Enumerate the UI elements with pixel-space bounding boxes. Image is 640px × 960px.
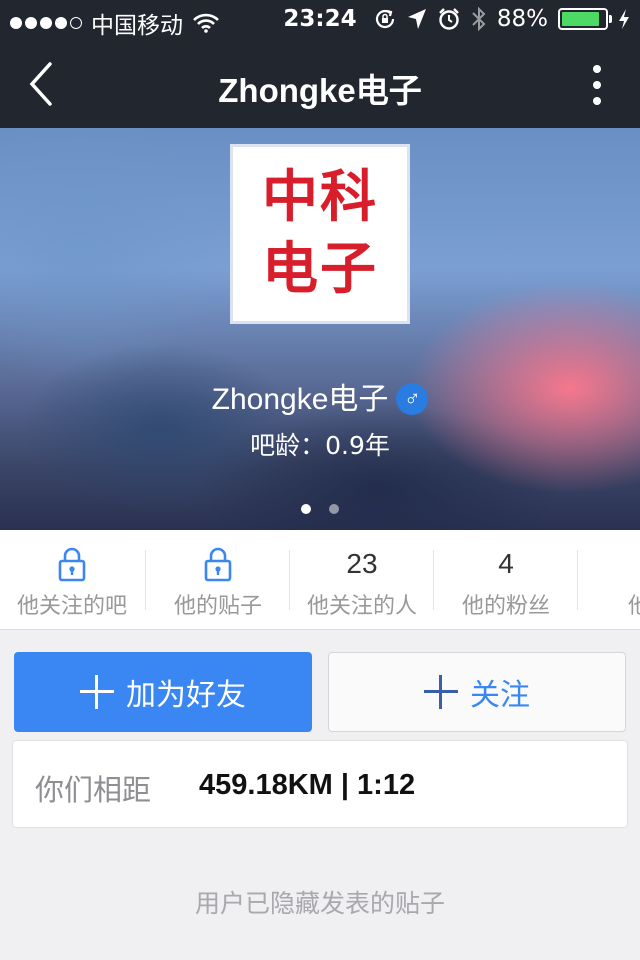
male-gender-icon: ♂ (396, 383, 429, 415)
distance-card: 你们相距 459.18KM | 1:12 (12, 740, 628, 828)
more-vertical-icon (593, 65, 601, 105)
add-friend-label: 加为好友 (126, 678, 246, 713)
stat-label: 他的 (578, 588, 640, 620)
stat-posts[interactable]: 他的贴子 (146, 530, 290, 629)
stats-bar: 他关注的吧 他的贴子 23 他关注的人 4 他的粉丝 (0, 530, 640, 630)
page-dot-1 (301, 504, 311, 514)
page-indicator[interactable] (0, 504, 640, 514)
page-dot-2 (329, 504, 339, 514)
nav-bar: Zhongke电子 (0, 40, 640, 128)
avatar-logo-line2: 电子 (262, 237, 378, 302)
follow-label: 关注 (470, 678, 530, 713)
stat-label: 他关注的吧 (16, 594, 127, 619)
more-button[interactable] (582, 64, 612, 106)
add-friend-button[interactable]: 加为好友 (14, 652, 312, 732)
account-age: 吧龄：0.9年 (250, 431, 390, 460)
profile-screen: 中国移动 23:24 88% Zhongke电子 中科 电子 Zhongke电子… (0, 0, 640, 960)
stat-value: 4 (498, 548, 514, 579)
stat-label: 他的粉丝 (461, 594, 550, 619)
profile-name: Zhongke电子 ♂ (0, 374, 640, 418)
profile-banner[interactable]: 中科 电子 Zhongke电子 ♂ 吧龄：0.9年 (0, 128, 640, 530)
follow-button[interactable]: 关注 (328, 652, 626, 732)
page-title: Zhongke电子 (218, 72, 422, 109)
alarm-icon (439, 8, 459, 30)
bluetooth-icon (472, 6, 486, 32)
lock-icon (58, 547, 86, 582)
avatar[interactable]: 中科 电子 (230, 144, 410, 324)
plus-icon (80, 675, 114, 709)
location-arrow-icon (407, 9, 426, 29)
battery-percent: 88% (496, 6, 548, 32)
posts-hidden-message: 用户已隐藏发表的贴子 (194, 889, 445, 918)
status-bar: 中国移动 23:24 88% (0, 0, 640, 40)
distance-label: 你们相距 (35, 773, 152, 807)
stat-value: 23 (346, 548, 378, 579)
plus-icon (424, 675, 458, 709)
stat-label: 他关注的人 (306, 594, 417, 619)
charging-bolt-icon (619, 9, 629, 29)
profile-name-text: Zhongke电子 (211, 383, 389, 416)
avatar-logo-line1: 中科 (262, 165, 378, 230)
lock-icon (204, 547, 232, 582)
status-right: 88% (373, 6, 630, 32)
stat-value (578, 546, 640, 582)
rotation-lock-icon (375, 9, 394, 29)
distance-value: 459.18KM | 1:12 (199, 769, 416, 801)
stat-followed-forums[interactable]: 他关注的吧 (0, 530, 144, 629)
stat-followers[interactable]: 4 他的粉丝 (434, 530, 578, 629)
stat-following[interactable]: 23 他关注的人 (290, 530, 434, 629)
battery-fill (562, 12, 599, 26)
stat-more[interactable]: 他的 (578, 530, 640, 629)
battery-icon (558, 8, 612, 30)
stat-label: 他的贴子 (173, 594, 262, 619)
avatar-logo: 中科 电子 (233, 147, 407, 321)
